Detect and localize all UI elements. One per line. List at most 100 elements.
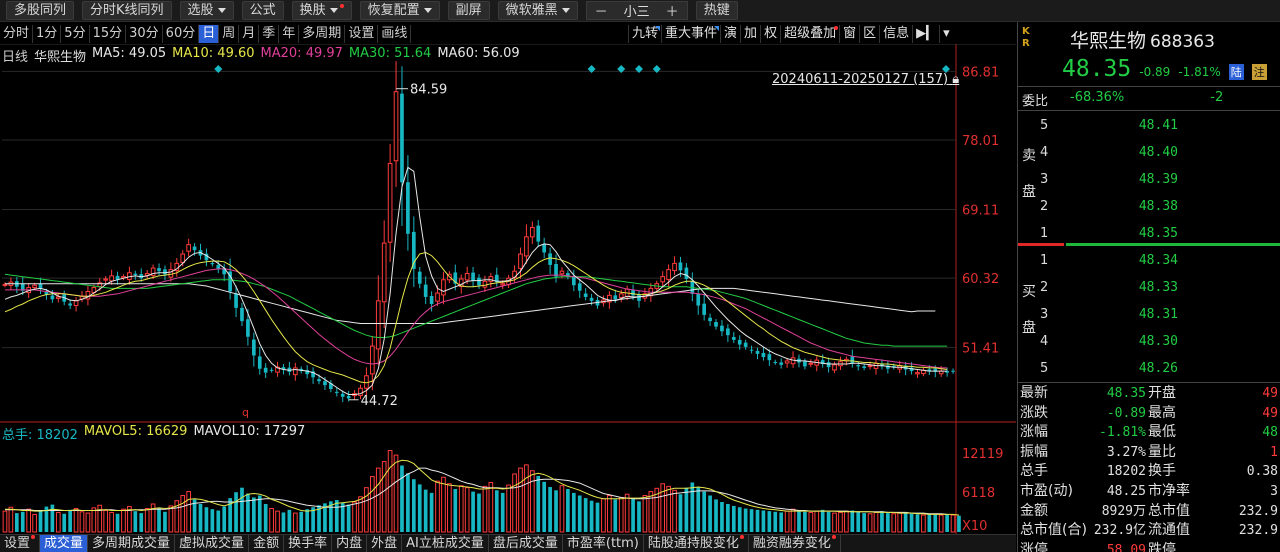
volume-bar (903, 512, 908, 532)
restore-config-button[interactable]: 恢复配置 (359, 1, 440, 20)
volume-bar (938, 514, 944, 533)
bid-row[interactable]: 5 48.26 (1040, 355, 1280, 381)
stat-label: 总市值(合) (1020, 522, 1087, 539)
tool-window[interactable]: 窗 (839, 25, 859, 43)
period-tab[interactable]: 季 (259, 25, 280, 43)
low-annotation: 44.72 (361, 394, 398, 409)
volume-bar (73, 508, 79, 533)
level-price: 48.34 (1138, 252, 1178, 268)
indicator-tab[interactable]: 换手率 (284, 535, 333, 552)
volume-bar (518, 467, 523, 533)
kr-badge: KR (1022, 26, 1030, 50)
timek-button[interactable]: 分时K线同列 (82, 1, 172, 20)
candle-body (400, 93, 404, 183)
font-size-plus-button[interactable]: ＋ (658, 1, 687, 20)
chevron-down-icon[interactable]: ▾ (939, 25, 953, 43)
candle-body (477, 277, 481, 286)
skin-button[interactable]: 换肤 (291, 1, 352, 20)
volume-bar (927, 513, 932, 532)
ask-row[interactable]: 2 48.38 (1040, 193, 1280, 219)
period-tab[interactable]: 分时 (0, 25, 34, 43)
tool-jiuzhuan[interactable]: 九转 (628, 25, 661, 43)
stat-label: 市净率 (1148, 482, 1190, 499)
stat-row: 金额 8929万 总市值 232.9 (1020, 502, 1280, 522)
last-price: 48.35 (1062, 56, 1132, 82)
ask-row[interactable]: 4 48.40 (1040, 139, 1280, 165)
indicator-tab[interactable]: 盘后成交量 (489, 535, 563, 552)
font-size-minus-button[interactable]: － (587, 1, 616, 20)
period-tab[interactable]: 年 (279, 25, 300, 43)
volume-bar (867, 513, 873, 533)
ask-row[interactable]: 3 48.39 (1040, 166, 1280, 192)
period-tab[interactable]: 周 (219, 25, 240, 43)
indicator-tab[interactable]: AI立桩成交量 (402, 535, 489, 552)
candle-body (163, 269, 167, 275)
select-stock-button[interactable]: 选股 (179, 1, 234, 20)
date-range-text: 20240611-20250127 (157) (772, 72, 949, 87)
font-select[interactable]: 微软雅黑 (497, 1, 578, 20)
indicator-tab[interactable]: 多周期成交量 (88, 535, 176, 552)
hotkey-button[interactable]: 热键 (695, 1, 738, 20)
volume-bar (240, 487, 244, 532)
indicator-tab[interactable]: 成交量 (40, 535, 89, 552)
candle-body (317, 379, 321, 382)
candlestick-chart[interactable]: 86.81 78.01 69.11 60.32 51.41 12119 6118 X10 84.… (0, 44, 1016, 534)
indicator-tab[interactable]: 陆股通持股变化 (644, 535, 749, 552)
period-tab[interactable]: 5分 (61, 25, 90, 43)
indicator-tab[interactable]: 融资融券变化 (749, 535, 841, 552)
period-tab[interactable]: 1分 (33, 25, 62, 43)
period-tab[interactable]: 多周期 (299, 25, 346, 43)
level-number: 1 (1040, 225, 1049, 241)
stat-label: 振幅 (1020, 443, 1048, 460)
indicator-tab[interactable]: 虚拟成交量 (175, 535, 250, 552)
tool-super-overlay[interactable]: 超级叠加 (780, 25, 839, 43)
chevron-down-icon (217, 8, 226, 13)
bid-row[interactable]: 3 48.31 (1040, 301, 1280, 327)
period-tab[interactable]: 日 (199, 25, 220, 43)
period-tab[interactable]: 30分 (126, 25, 163, 43)
period-tab[interactable]: 60分 (163, 25, 200, 43)
tool-range[interactable]: 区 (859, 25, 879, 43)
date-range-label[interactable]: 20240611-20250127 (157) 🔒︎ (772, 72, 959, 87)
period-tab[interactable]: 15分 (90, 25, 127, 43)
period-tab[interactable]: 月 (239, 25, 260, 43)
candle-body (524, 236, 529, 257)
indicator-tab[interactable]: 外盘 (367, 535, 403, 552)
volume-bar (85, 512, 91, 533)
indicator-tab[interactable]: 金额 (249, 535, 285, 552)
candle-body (488, 276, 494, 282)
multi-stock-button[interactable]: 多股同列 (6, 1, 75, 20)
period-tab[interactable]: 设置 (345, 25, 379, 43)
stat-row: 总市值(合) 232.9亿 流通值 232.9 (1020, 521, 1280, 541)
indicator-tab[interactable]: 内盘 (332, 535, 368, 552)
top-toolbar: 多股同列 分时K线同列 选股 公式 换肤 恢复配置 副屏 微软雅黑 － 小三 ＋… (0, 0, 1280, 22)
volume-bar (287, 509, 292, 532)
collapse-panel-icon[interactable]: ▶▎ (912, 25, 939, 43)
font-size-value: 小三 (623, 5, 650, 20)
volume-bar (222, 506, 227, 532)
stat-label: 流通值 (1148, 522, 1190, 539)
candle-body (678, 262, 683, 271)
sub-screen-button[interactable]: 副屏 (447, 1, 490, 20)
volume-bar (144, 508, 150, 533)
tool-jia[interactable]: 加 (740, 25, 760, 43)
ask-row[interactable]: 5 48.41 (1040, 112, 1280, 138)
volume-bar (886, 513, 890, 532)
tool-yan[interactable]: 演 (720, 25, 740, 43)
bid-row[interactable]: 1 48.34 (1040, 247, 1280, 273)
volume-bar (601, 498, 606, 533)
indicator-tab[interactable]: 设置 (0, 535, 41, 552)
candle-body (737, 339, 742, 345)
formula-button[interactable]: 公式 (241, 1, 284, 20)
indicator-tab[interactable]: 市盈率(ttm) (563, 535, 644, 552)
bid-row[interactable]: 4 48.30 (1040, 328, 1280, 354)
tool-major-events[interactable]: 重大事件 (661, 25, 720, 43)
lock-icon: 🔒︎ (952, 72, 960, 87)
select-stock-label: 选股 (187, 3, 214, 18)
tool-quan[interactable]: 权 (760, 25, 780, 43)
volume-bar (263, 503, 268, 532)
tool-info[interactable]: 信息 (879, 25, 912, 43)
stat-label: 金额 (1020, 502, 1048, 519)
period-tab[interactable]: 画线 (378, 25, 412, 43)
bid-row[interactable]: 2 48.33 (1040, 274, 1280, 300)
